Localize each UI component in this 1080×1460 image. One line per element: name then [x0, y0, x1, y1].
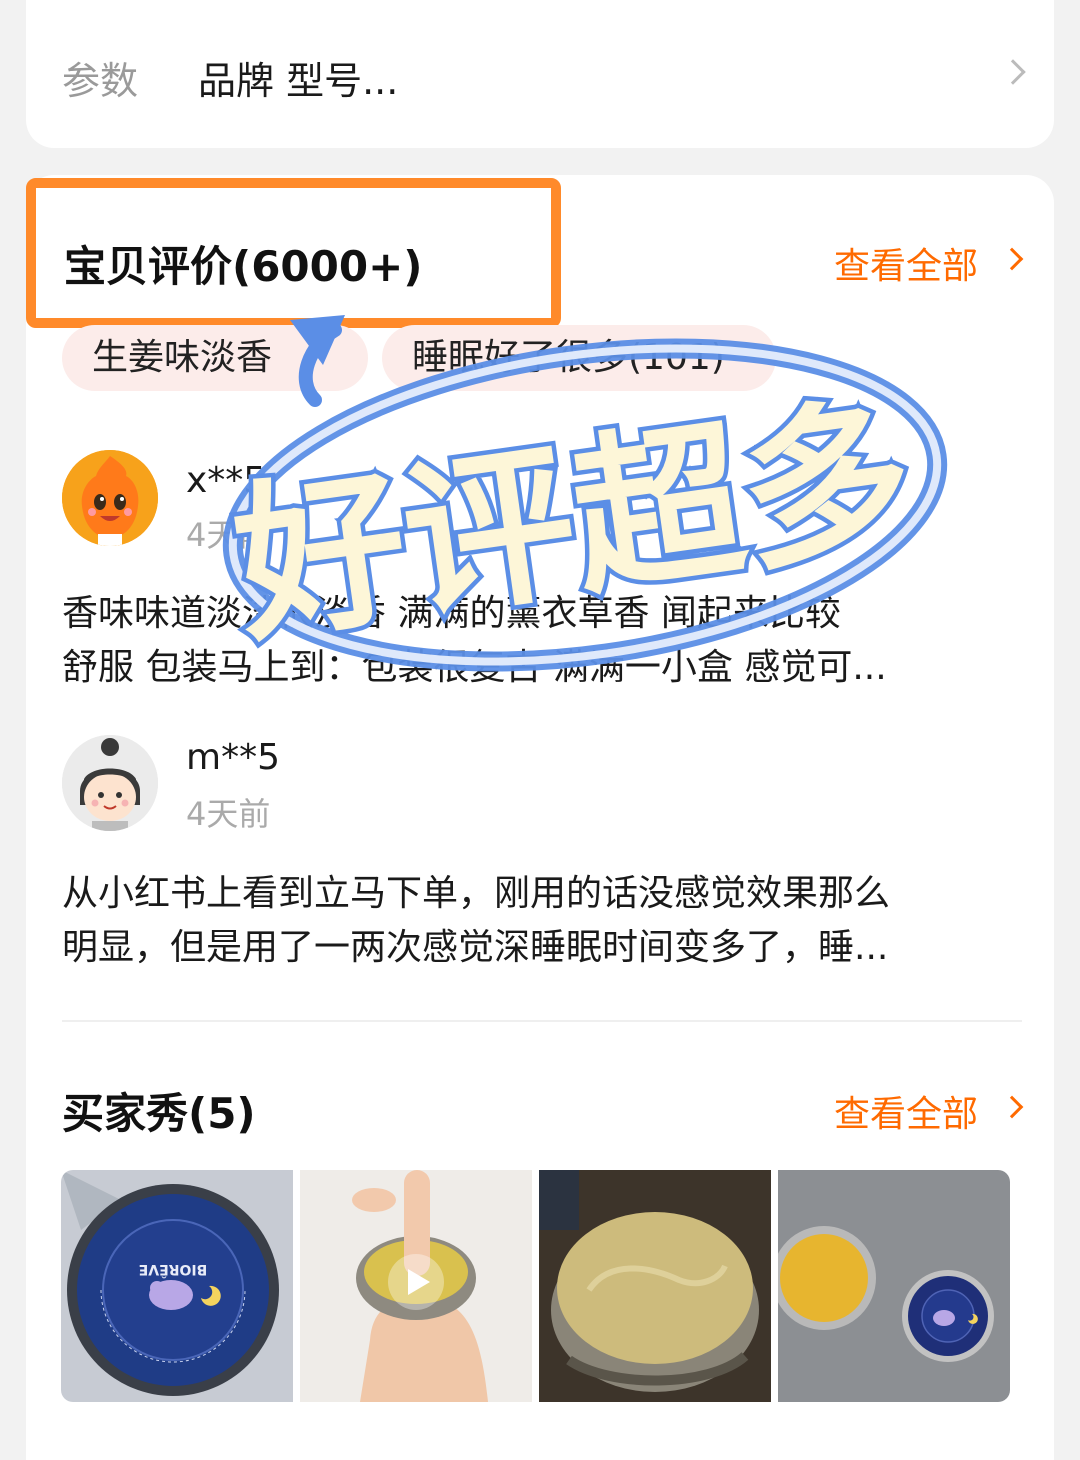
- review-tag[interactable]: 生姜味淡香: [62, 325, 368, 391]
- params-card[interactable]: 参数 品牌 型号...: [26, 0, 1054, 148]
- params-label: 参数: [62, 59, 139, 103]
- see-all-label: 查看全部: [834, 1094, 979, 1135]
- chevron-right-icon: [1000, 1095, 1024, 1119]
- params-value: 品牌 型号...: [198, 59, 399, 103]
- buyer-photo[interactable]: [778, 1170, 1010, 1402]
- see-all-label: 查看全部: [834, 246, 979, 287]
- review-username: x**5: [186, 460, 267, 501]
- chevron-right-icon: [1000, 247, 1024, 271]
- buyer-photo[interactable]: [539, 1170, 771, 1402]
- review-line: 香味味道淡淡很淡香 满满的薰衣草香 闻起来比较: [62, 593, 841, 634]
- review-line: 舒服 包装马上到：包装很复古 满满一小盒 感觉可...: [62, 647, 887, 688]
- review-line: 明显，但是用了一两次感觉深睡眠时间变多了，睡...: [62, 927, 889, 968]
- review-text[interactable]: 从小红书上看到立马下单，刚用的话没感觉效果那么 明显，但是用了一两次感觉深睡眠时…: [62, 867, 1022, 975]
- buyer-video[interactable]: [300, 1170, 532, 1402]
- buyer-show-title: 买家秀(5): [62, 1089, 256, 1138]
- review-username: m**5: [186, 737, 280, 778]
- review-line: 从小红书上看到立马下单，刚用的话没感觉效果那么: [62, 873, 891, 914]
- review-time: 4天前: [186, 795, 271, 833]
- review-text[interactable]: 香味味道淡淡很淡香 满满的薰衣草香 闻起来比较 舒服 包装马上到：包装很复古 满…: [62, 587, 1022, 695]
- reviews-card: 宝贝评价(6000+) 查看全部 生姜味淡香 睡眠好了很多(101) x**5 …: [26, 175, 1054, 1460]
- tin-brand-text: BIORÊVE: [139, 1261, 208, 1278]
- chevron-right-icon: [1000, 59, 1026, 85]
- review-tag[interactable]: 睡眠好了很多(101): [382, 325, 776, 391]
- review-time: 4天前: [186, 516, 271, 554]
- buyer-photo[interactable]: BIORÊVE: [61, 1170, 293, 1402]
- avatar[interactable]: [62, 450, 158, 546]
- reviews-see-all-link[interactable]: 查看全部: [834, 237, 1024, 289]
- reviews-title: 宝贝评价(6000+): [64, 242, 423, 291]
- divider: [62, 1020, 1022, 1022]
- buyer-show-see-all-link[interactable]: 查看全部: [834, 1085, 1024, 1137]
- avatar[interactable]: [62, 735, 158, 831]
